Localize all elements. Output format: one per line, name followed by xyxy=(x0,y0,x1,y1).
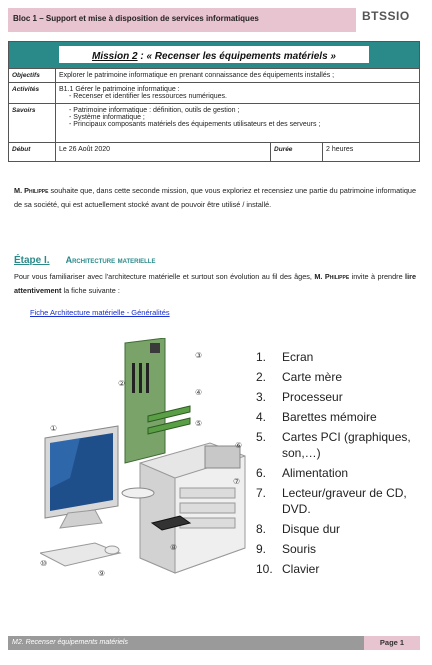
header-title: Bloc 1 – Support et mise à disposition d… xyxy=(13,14,259,23)
etape-text-part2: invite à prendre xyxy=(349,272,406,281)
etape-text-part1: Pour vous familiariser avec l'architectu… xyxy=(14,272,315,281)
callout-9: ⑨ xyxy=(98,569,105,578)
objectifs-text: Explorer le patrimoine informatique en p… xyxy=(55,68,420,83)
etape-name: M. Philippe xyxy=(314,272,350,281)
callout-2: ② xyxy=(118,379,125,388)
computer-architecture-figure: ① ② ③ ④ ⑤ ⑥ ⑦ ⑧ ⑨ ⑩ xyxy=(40,338,246,578)
mission-title: : « Recenser les équipements matériels » xyxy=(137,51,336,62)
intro-paragraph: M. Philippe souhaite que, dans cette sec… xyxy=(14,184,416,212)
etape-label: Étape I. xyxy=(14,255,50,266)
legend-item: 5. Cartes PCI (graphiques, son,…) xyxy=(256,430,411,460)
legend-item: 2. Carte mère xyxy=(256,370,343,384)
page-number: Page 1 xyxy=(364,636,420,650)
callout-7: ⑦ xyxy=(233,477,240,486)
legend-item: 7. Lecteur/graveur de CD, DVD. xyxy=(256,486,407,516)
duree-label: Durée xyxy=(270,142,323,162)
objectifs-label: Objectifs xyxy=(8,68,56,83)
components-legend: 1. Ecran 2. Carte mère 3. Processeur 4. Bare… xyxy=(256,349,426,581)
duree-value: 2 heures xyxy=(322,142,420,162)
legend-item: 4. Barettes mémoire xyxy=(256,410,377,424)
callout-5: ⑤ xyxy=(195,419,202,428)
savoirs-item: Patrimoine informatique : définition, ou… xyxy=(69,107,416,114)
activites-line1: B1.1 Gérer le patrimoine informatique : xyxy=(59,86,180,93)
legend-item: 3. Processeur xyxy=(256,390,343,404)
legend-item: 6. Alimentation xyxy=(256,466,349,480)
legend-item: 9. Souris xyxy=(256,542,317,556)
callout-8: ⑧ xyxy=(170,543,177,552)
etape-title: Architecture materielle xyxy=(65,255,156,265)
footer-bar: M2. Recenser équipements matériels Page … xyxy=(8,636,420,650)
btssio-logo: BTSSIO xyxy=(362,9,410,23)
intro-name: M. Philippe xyxy=(14,186,49,195)
callout-4: ④ xyxy=(195,388,202,397)
debut-label: Début xyxy=(8,142,56,162)
activites-line2: Recenser et identifier les ressources nu… xyxy=(69,93,416,100)
callout-3: ③ xyxy=(195,351,202,360)
footer-title: M2. Recenser équipements matériels xyxy=(12,639,128,646)
savoirs-item: Système informatique ; xyxy=(69,114,416,121)
legend-item: 1. Ecran xyxy=(256,350,314,364)
callout-1: ① xyxy=(50,424,57,433)
savoirs-item: Principaux composants matériels des équi… xyxy=(69,121,416,128)
debut-value: Le 26 Août 2020 xyxy=(55,142,271,162)
mission-banner: Mission 2 : « Recenser les équipements m… xyxy=(8,41,420,69)
intro-text: souhaite que, dans cette seconde mission… xyxy=(14,186,416,209)
mission-table: Objectifs Explorer le patrimoine informa… xyxy=(8,68,420,162)
activites-label: Activités xyxy=(8,82,56,104)
etape-paragraph: Pour vous familiariser avec l'architectu… xyxy=(14,270,416,298)
header-bar: Bloc 1 – Support et mise à disposition d… xyxy=(8,8,356,32)
fiche-link[interactable]: Fiche Architecture matérielle - Générali… xyxy=(30,308,170,317)
savoirs-label: Savoirs xyxy=(8,103,56,143)
callout-6: ⑥ xyxy=(235,441,242,450)
mission-number: Mission 2 xyxy=(91,51,138,62)
etape-text-part3: la fiche suivante : xyxy=(61,286,120,295)
legend-item: 8. Disque dur xyxy=(256,522,341,536)
callout-10: ⑩ xyxy=(40,559,47,568)
legend-item: 10. Clavier xyxy=(256,562,320,576)
etape-heading: Étape I. Architecture materielle xyxy=(14,255,155,266)
